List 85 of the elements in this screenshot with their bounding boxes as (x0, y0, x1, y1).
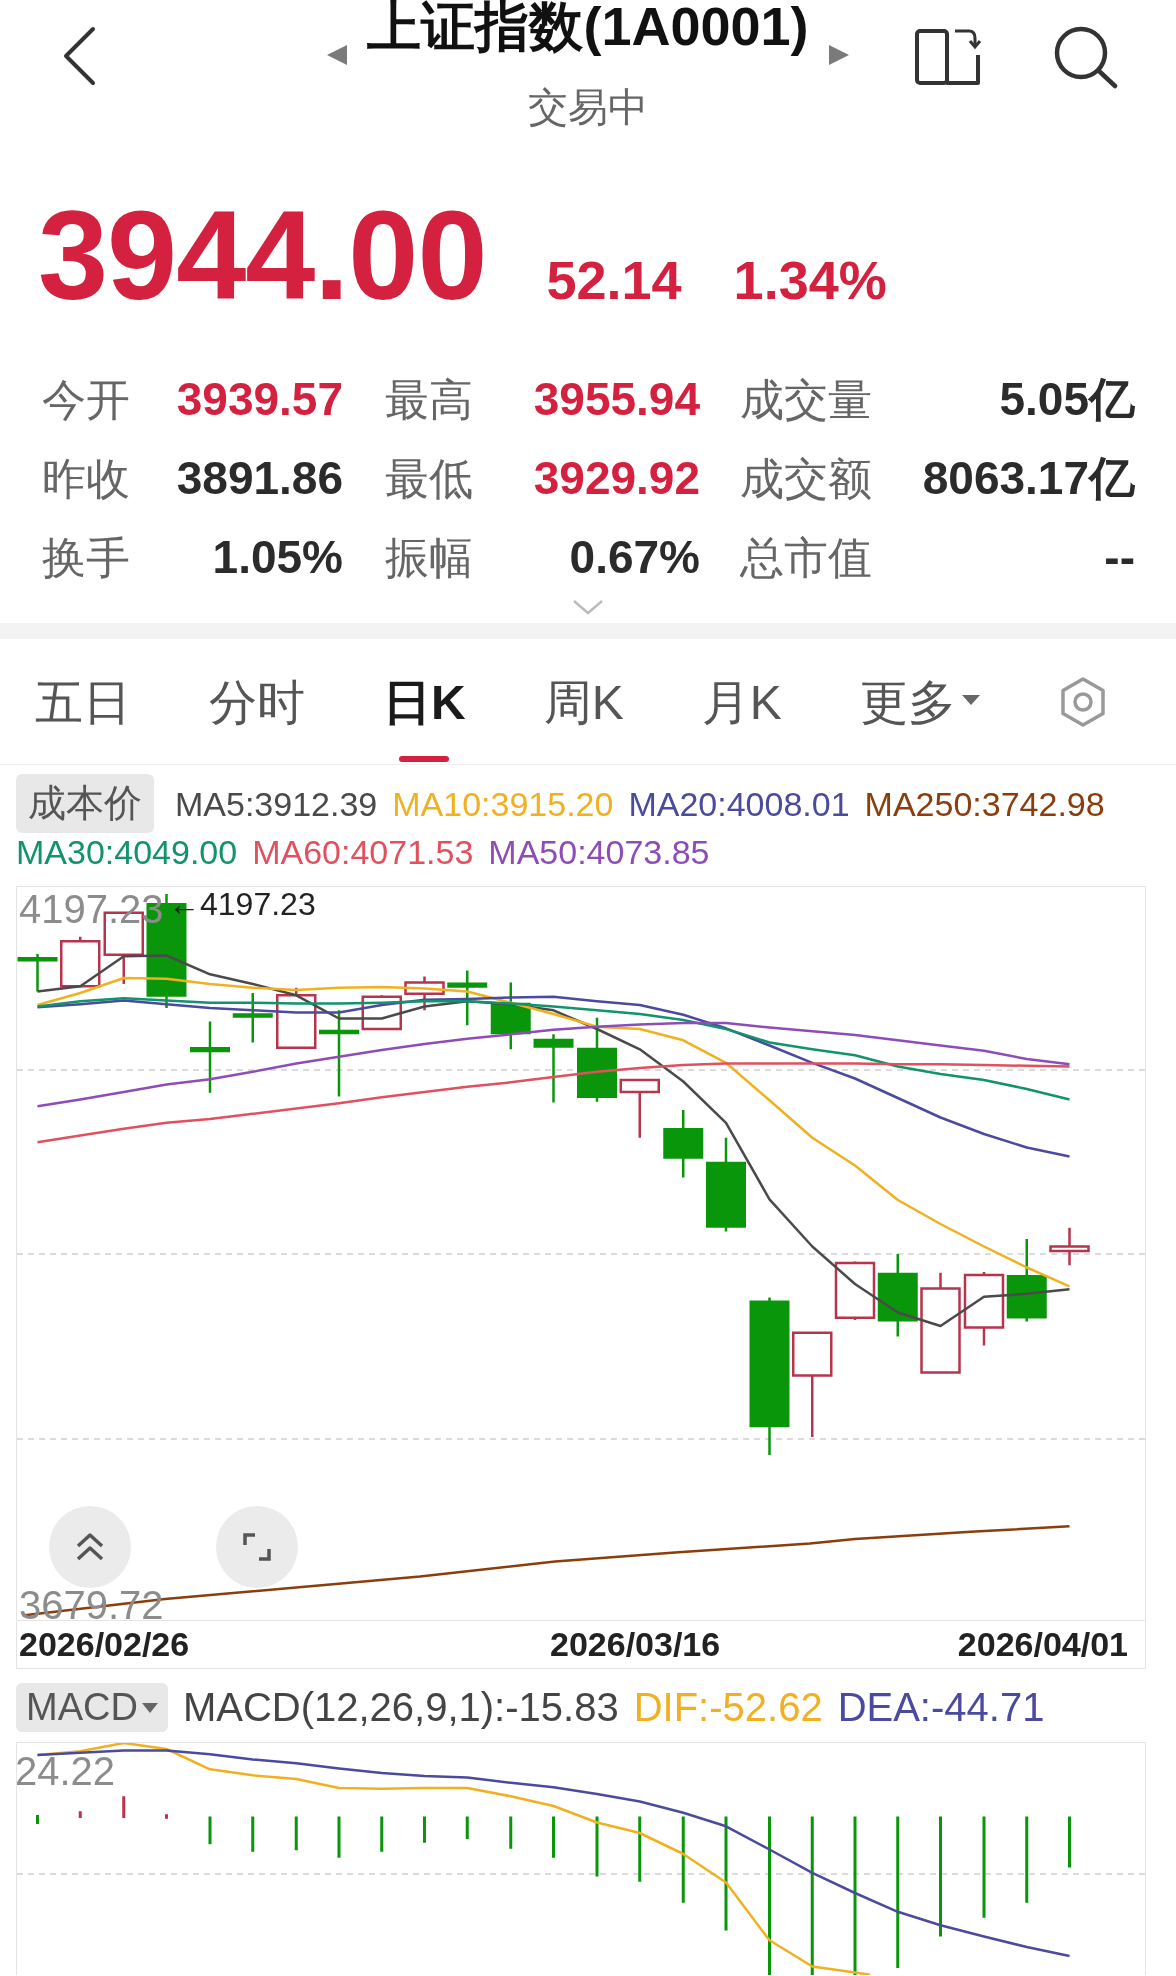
macd-bar (552, 1816, 555, 1858)
candlestick (190, 1021, 230, 1093)
chart-tab[interactable]: 日K (375, 639, 474, 762)
stat-label: 总市值 (739, 532, 873, 584)
date-label: 2026/04/01 (957, 1624, 1128, 1665)
high-price-marker: ←4197.23 (168, 887, 316, 921)
macd-bar (122, 1796, 126, 1818)
cost-price-chip[interactable]: 成本价 (16, 774, 154, 833)
left-triangle-icon[interactable] (327, 45, 348, 65)
chart-tab[interactable]: 分时 (201, 639, 313, 762)
macd-bar (380, 1816, 384, 1852)
moving-average-value: MA60:4071.53 (252, 833, 474, 871)
macd-bar (465, 1816, 469, 1839)
macd-bar (36, 1815, 39, 1824)
moving-average-value: MA20:4008.01 (628, 784, 850, 823)
caret-icon (961, 695, 980, 705)
candlestick (663, 1110, 704, 1178)
chart-tab[interactable]: 周K (535, 639, 632, 762)
candlestick (533, 1034, 574, 1103)
stat-label: 昨收 (42, 453, 131, 505)
macd-bar (208, 1816, 212, 1845)
candlestick (619, 1078, 660, 1138)
date-label: 2026/03/16 (550, 1624, 721, 1665)
right-triangle-icon[interactable] (828, 45, 849, 65)
stat-value: 8063.17亿 (921, 451, 1135, 506)
indicator-selector[interactable]: MACD (16, 1683, 168, 1732)
candlestick (404, 976, 445, 1011)
macd-bar (423, 1816, 426, 1843)
stat-value: 3955.94 (532, 372, 700, 427)
stat-value: 3929.92 (532, 451, 700, 506)
candlestick (60, 936, 101, 988)
search-icon[interactable] (1053, 25, 1119, 89)
stat-value: 3891.86 (175, 451, 343, 506)
candlestick (17, 954, 58, 992)
caret-icon (141, 1702, 158, 1713)
trading-status: 交易中 (528, 85, 648, 129)
corner-brackets-icon (243, 1533, 271, 1561)
moving-average-value: MA5:3912.39 (175, 784, 378, 823)
stat-value: 5.05亿 (998, 372, 1135, 427)
moving-average-value: MA250:3742.98 (864, 784, 1105, 823)
percent-change: 1.34% (733, 249, 887, 311)
macd-bar (251, 1816, 255, 1852)
price-change: 52.14 (546, 249, 682, 311)
chart-tab[interactable]: 月K (693, 639, 790, 762)
stat-label: 换手 (42, 532, 131, 584)
macd-bar (1068, 1816, 1071, 1868)
candlestick (232, 993, 273, 1043)
moving-average-value: MA50:4073.85 (488, 833, 710, 871)
macd-readout: DEA:-44.71 (837, 1684, 1045, 1731)
moving-average-value: MA30:4049.00 (16, 833, 238, 871)
macd-bar (509, 1816, 513, 1849)
settings-icon[interactable] (1060, 677, 1106, 727)
macd-bar (165, 1814, 168, 1819)
candlestick (834, 1261, 876, 1320)
axis-max-label: 24.22 (15, 1751, 116, 1791)
candlestick (1049, 1227, 1090, 1266)
stat-value: 3939.57 (175, 372, 343, 427)
macd-bar (595, 1816, 599, 1877)
stat-label: 成交额 (739, 453, 873, 505)
macd-readout: MACD(12,26,9,1):-15.83 (182, 1684, 619, 1731)
macd-bar (337, 1816, 341, 1858)
back-icon[interactable] (62, 26, 96, 86)
candlestick (276, 987, 317, 1049)
candlestick (361, 995, 402, 1031)
stat-label: 振幅 (384, 532, 474, 584)
double-chevron-up-icon (75, 1533, 105, 1561)
stat-value: 1.05% (211, 530, 343, 585)
stat-label: 成交量 (739, 374, 873, 426)
macd-bar (638, 1816, 642, 1882)
macd-bar (294, 1816, 298, 1851)
chart-tab[interactable]: 更多 (851, 639, 988, 762)
stat-value: 0.67% (568, 530, 700, 585)
date-label: 2026/02/26 (19, 1624, 190, 1665)
macd-readout: DIF:-52.62 (633, 1684, 823, 1731)
candlestick (490, 982, 531, 1050)
stat-label: 今开 (42, 374, 131, 426)
stat-label: 最低 (384, 453, 474, 505)
candlestick (447, 970, 488, 1026)
stat-label: 最高 (384, 374, 474, 426)
chart-tab[interactable]: 五日 (27, 639, 139, 762)
moving-average-value: MA10:3915.20 (392, 784, 614, 823)
macd-bar (78, 1811, 82, 1818)
stat-value: -- (1103, 530, 1135, 585)
current-price: 3944.00 (38, 193, 487, 319)
axis-max-label: 4197.23 (19, 889, 164, 929)
